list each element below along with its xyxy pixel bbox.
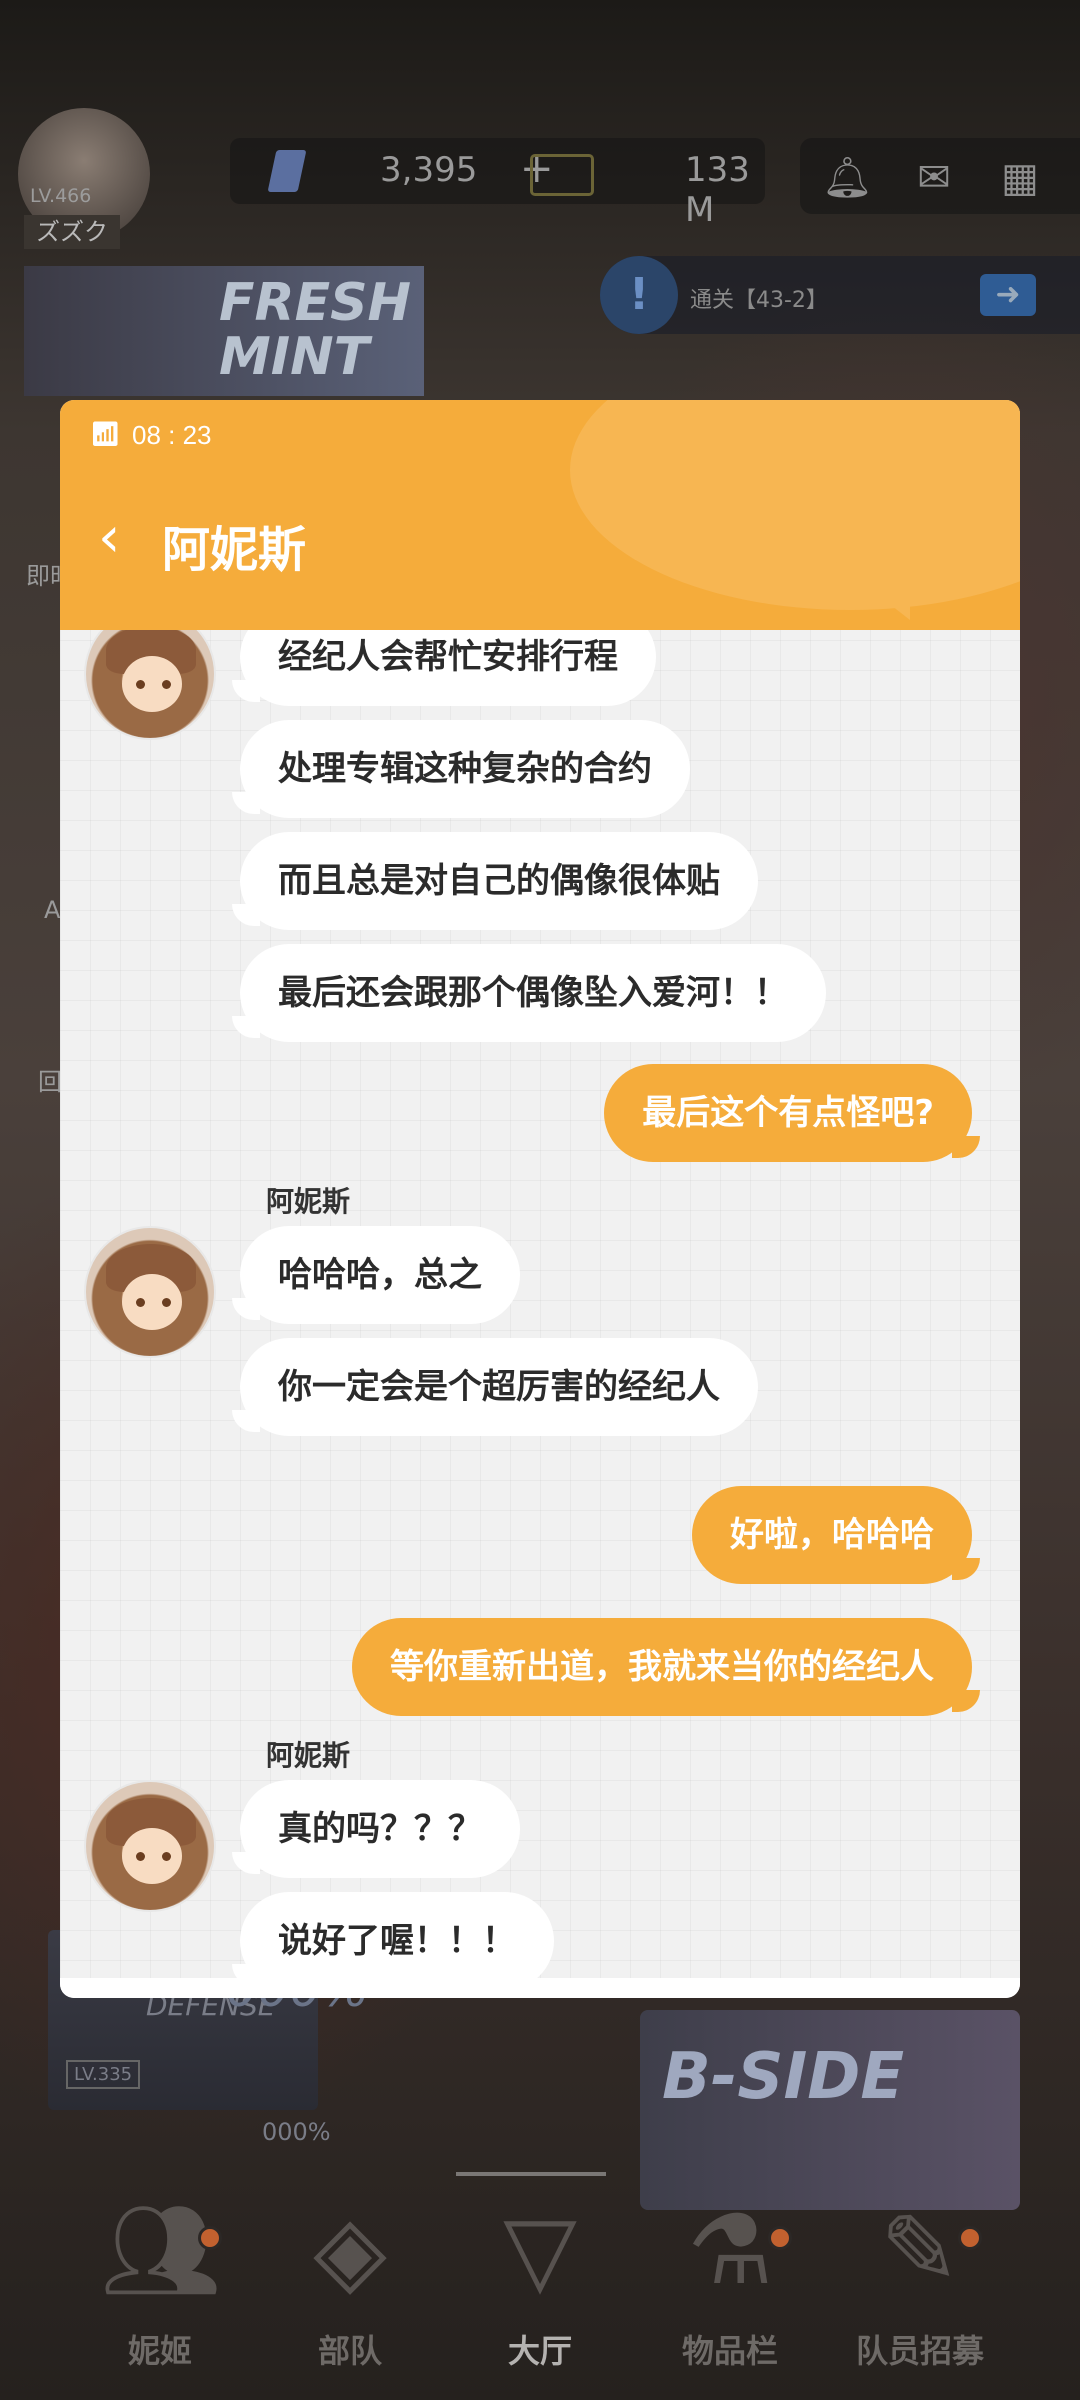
nav-nikke[interactable]: 👥︎ 妮姬 [60, 2160, 260, 2400]
wifi-icon: 📶︎ [90, 420, 121, 448]
quest-bar[interactable]: ! 通关【43-2】 ➜ [600, 256, 1080, 334]
credit-count: 133 M [685, 150, 750, 230]
side-label-2: A [44, 896, 61, 924]
nikke-icon: 👥︎ [100, 2194, 222, 2306]
mail-icon[interactable]: ✉︎ [912, 156, 956, 200]
my-message-bubble[interactable]: 好啦，哈哈哈 [692, 1486, 980, 1584]
nav-squad-label: 部队 [317, 2332, 382, 2370]
pass-title: FRESH MINT [219, 273, 412, 387]
nav-lobby-label: 大厅 [507, 2332, 572, 2370]
exclamation-icon: ! [600, 256, 678, 334]
my-message-bubble[interactable]: 等你重新出道，我就来当你的经纪人 [352, 1618, 980, 1716]
speech-bubble-decoration [570, 400, 1020, 610]
notification-dot [198, 2226, 222, 2250]
sender-name: 阿妮斯 [266, 1185, 351, 1218]
chat-window: 📶︎ 08 : 23 ‹ 阿妮斯 经纪人会帮忙安排行程 处理专辑这种复杂的合约 … [60, 400, 1020, 1998]
contact-avatar[interactable] [84, 630, 216, 740]
inventory-icon: ⚗︎ [686, 2194, 774, 2306]
message-bubble[interactable]: 最后还会跟那个偶像坠入爱河！！ [232, 944, 826, 1042]
credit-icon [530, 154, 594, 196]
nav-recruit[interactable]: ✎ 队员招募 [820, 2160, 1020, 2400]
message-bubble[interactable]: 经纪人会帮忙安排行程 [232, 630, 656, 706]
nav-inventory-label: 物品栏 [681, 2332, 778, 2370]
contact-name: 阿妮斯 [162, 522, 307, 578]
grid-menu-icon[interactable]: ▦ [998, 156, 1042, 200]
message-bubble[interactable]: 说好了喔！！！ [232, 1892, 554, 1978]
message-bubble[interactable]: 处理专辑这种复杂的合约 [232, 720, 690, 818]
arrow-right-icon[interactable]: ➜ [980, 274, 1036, 316]
recruit-icon: ✎ [879, 2194, 961, 2306]
contact-avatar[interactable] [84, 1780, 216, 1912]
gem-icon [267, 150, 307, 192]
side-label-3: 回 [38, 1068, 62, 1096]
message-bubble[interactable]: 真的吗？？？ [232, 1780, 520, 1878]
player-level: LV.466 [30, 185, 92, 207]
squad-icon: ◈ [313, 2194, 387, 2306]
sender-name: 阿妮斯 [266, 1739, 351, 1772]
bottom-nav: 👥︎ 妮姬 ◈ 部队 ▽ 大厅 ⚗︎ 物品栏 ✎ 队员招募 [0, 2160, 1080, 2400]
bell-icon[interactable]: 🔔︎ [822, 156, 873, 200]
bside-title: B-SIDE [662, 2040, 905, 2114]
pass-banner[interactable]: FRESH MINT [24, 266, 424, 396]
player-name: ズズク [24, 215, 120, 249]
gem-count: 3,395 [380, 150, 478, 190]
chat-bottom-edge [60, 1978, 1020, 1998]
outpost-percent-small: 000% [262, 2118, 331, 2146]
message-bubble[interactable]: 哈哈哈，总之 [232, 1226, 520, 1324]
notification-dot [958, 2226, 982, 2250]
quest-text: 通关【43-2】 [690, 288, 828, 313]
lobby-icon: ▽ [503, 2194, 577, 2306]
nav-inventory[interactable]: ⚗︎ 物品栏 [630, 2160, 830, 2400]
nav-lobby[interactable]: ▽ 大厅 [440, 2160, 640, 2400]
nav-nikke-label: 妮姬 [127, 2332, 192, 2370]
chat-header: 📶︎ 08 : 23 ‹ 阿妮斯 [60, 400, 1020, 630]
nav-recruit-label: 队员招募 [855, 2332, 984, 2370]
back-chevron-icon[interactable]: ‹ [98, 510, 142, 570]
outpost-level: LV.335 [66, 2060, 141, 2089]
speech-bubble-tail-decoration [820, 550, 910, 620]
nav-squad[interactable]: ◈ 部队 [250, 2160, 450, 2400]
message-list[interactable]: 经纪人会帮忙安排行程 处理专辑这种复杂的合约 而且总是对自己的偶像很体贴 最后还… [60, 630, 1020, 1978]
status-time: 08 : 23 [132, 420, 212, 450]
message-bubble[interactable]: 而且总是对自己的偶像很体贴 [232, 832, 758, 930]
contact-avatar[interactable] [84, 1226, 216, 1358]
notification-dot [768, 2226, 792, 2250]
my-message-bubble[interactable]: 最后这个有点怪吧? [604, 1064, 980, 1162]
top-icon-bar: 🔔︎ ✉︎ ▦ [800, 138, 1080, 214]
resource-bar: 3,395 + 133 M [230, 138, 765, 230]
message-bubble[interactable]: 你一定会是个超厉害的经纪人 [232, 1338, 758, 1436]
